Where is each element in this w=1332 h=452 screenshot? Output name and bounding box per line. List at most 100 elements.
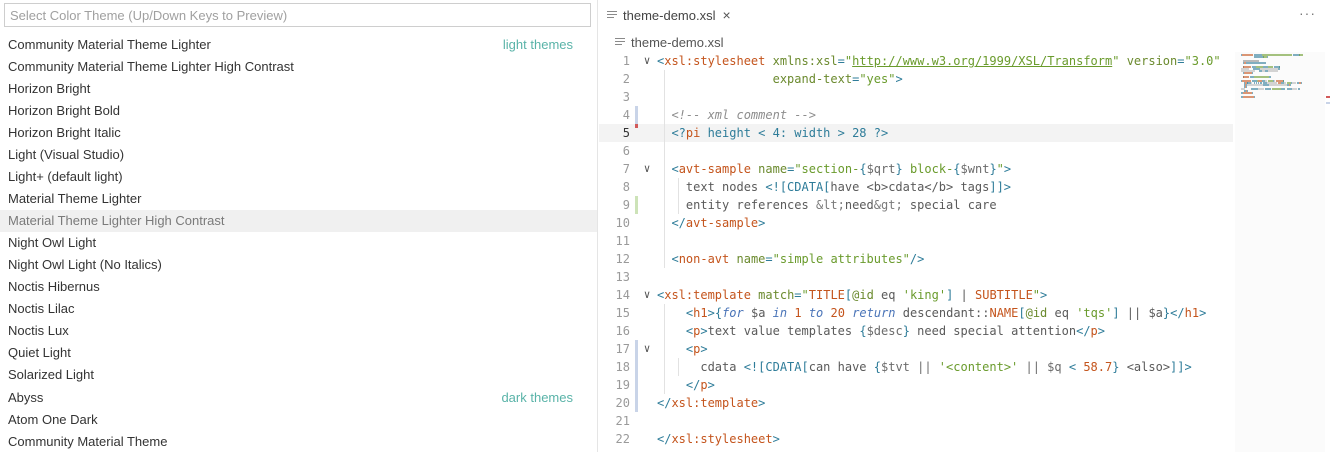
code-token: text nodes <box>657 180 766 194</box>
code-line[interactable]: 4 <!-- xml comment --> <box>599 106 1233 124</box>
theme-group-label: light themes <box>502 37 573 52</box>
theme-item[interactable]: Noctis Lux <box>0 320 597 342</box>
code-line[interactable]: 18 cdata <![CDATA[can have {$tvt || '<co… <box>599 358 1233 376</box>
theme-item[interactable]: Community Material Theme <box>0 431 597 452</box>
theme-item[interactable]: Solarized Light <box>0 364 597 386</box>
theme-list: Community Material Theme Lighter light th… <box>0 34 597 452</box>
minimap-stroke <box>1289 84 1291 86</box>
theme-item[interactable]: Community Material Theme Lighter light th… <box>0 34 597 56</box>
fold-chevron-icon[interactable]: ∨ <box>641 52 653 70</box>
theme-item-label: Night Owl Light (No Italics) <box>8 257 162 272</box>
line-number: 15 <box>615 306 630 320</box>
theme-item-label: Community Material Theme Lighter High Co… <box>8 59 294 74</box>
minimap-stroke <box>1292 88 1297 90</box>
diff-gutter-marker[interactable] <box>635 376 638 394</box>
code-line-text: </xsl:stylesheet> <box>657 430 780 448</box>
diff-gutter-marker[interactable] <box>635 106 638 124</box>
theme-item[interactable]: Material Theme Lighter High Contrast <box>0 210 597 232</box>
code-line[interactable]: 20 </xsl:template> <box>599 394 1233 412</box>
code-line-text: <p> <box>657 340 708 358</box>
code-line[interactable]: 13 <box>599 268 1233 286</box>
code-token: http://www.w3.org/1999/XSL/Transform <box>852 54 1113 68</box>
line-number: 19 <box>615 378 630 392</box>
fold-chevron-icon[interactable]: ∨ <box>641 340 653 358</box>
theme-item[interactable]: Noctis Hibernus <box>0 276 597 298</box>
code-token: height < 4: width > 28 ?> <box>700 126 889 140</box>
code-token: can have <box>808 360 874 374</box>
theme-item[interactable]: Atom One Dark <box>0 409 597 431</box>
code-line[interactable]: 1 ∨ <xsl:stylesheet xmlns:xsl="http://www.… <box>599 52 1233 70</box>
theme-item[interactable]: Abyss dark themes <box>0 387 597 409</box>
code-token: to <box>808 306 824 320</box>
code-line[interactable]: 2 expand-text="yes"> <box>599 70 1233 88</box>
theme-item[interactable]: Light+ (default light) <box>0 166 597 188</box>
code-token: > <box>758 216 766 230</box>
breadcrumb-file[interactable]: theme-demo.xsl <box>631 35 723 50</box>
code-token: " <box>801 288 809 302</box>
code-line[interactable]: 22 </xsl:stylesheet> <box>599 430 1233 448</box>
code-line[interactable]: 12 <non-avt name="simple attributes"/> <box>599 250 1233 268</box>
line-number: 16 <box>615 324 630 338</box>
theme-item[interactable]: Quiet Light <box>0 342 597 364</box>
code-line[interactable]: 7 ∨ <avt-sample name="section-{$qrt} bloc… <box>599 160 1233 178</box>
overview-ruler[interactable] <box>1323 96 1332 108</box>
code-token: </ <box>1076 324 1091 338</box>
line-number: 3 <box>622 90 630 104</box>
theme-item[interactable]: Material Theme Lighter <box>0 188 597 210</box>
code-line[interactable]: 10 </avt-sample> <box>599 214 1233 232</box>
theme-item[interactable]: Light (Visual Studio) <box>0 144 597 166</box>
code-line[interactable]: 3 <box>599 88 1233 106</box>
close-icon[interactable]: × <box>722 7 730 23</box>
theme-item-label: Community Material Theme <box>8 434 168 449</box>
code-line[interactable]: 14 ∨ <xsl:template match="TITLE[@id eq 'ki… <box>599 286 1233 304</box>
code-token: <also> <box>1119 360 1171 374</box>
code-line[interactable]: 16 <p>text value templates {$desc} need … <box>599 322 1233 340</box>
code-line-text: </p> <box>657 376 715 394</box>
tab-theme-demo[interactable]: theme-demo.xsl × <box>599 0 741 30</box>
code-token: return <box>852 306 896 320</box>
diff-gutter-marker[interactable] <box>635 394 638 412</box>
diff-gutter-marker[interactable] <box>635 124 638 128</box>
editor-pane: theme-demo.xsl × ··· theme-demo.xsl 1 ∨ <x… <box>599 0 1332 452</box>
code-token: match <box>758 288 795 302</box>
code-token: < <box>671 252 679 266</box>
fold-chevron-icon[interactable]: ∨ <box>641 286 653 304</box>
theme-item[interactable]: Horizon Bright Bold <box>0 100 597 122</box>
code-line[interactable]: 5 <?pi height < 4: width > 28 ?> <box>599 124 1233 142</box>
code-line[interactable]: 6 <box>599 142 1233 160</box>
fold-chevron-icon[interactable]: ∨ <box>641 160 653 178</box>
theme-item[interactable]: Noctis Lilac <box>0 298 597 320</box>
diff-gutter-marker[interactable] <box>635 196 638 214</box>
minimap-stroke <box>1243 76 1249 78</box>
code-token: " <box>996 162 1004 176</box>
code-token: || $q <box>1018 360 1069 374</box>
code-token: $tvt || <box>881 360 939 374</box>
theme-item[interactable]: Night Owl Light <box>0 232 597 254</box>
minimap-stroke <box>1277 68 1281 70</box>
theme-item-label: Solarized Light <box>8 367 94 382</box>
theme-item[interactable]: Horizon Bright Italic <box>0 122 597 144</box>
code-line[interactable]: 11 <box>599 232 1233 250</box>
breadcrumb[interactable]: theme-demo.xsl <box>615 33 723 51</box>
minimap[interactable] <box>1235 52 1325 452</box>
code-line-text: <avt-sample name="section-{$qrt} block-{… <box>657 160 1011 178</box>
line-number: 6 <box>622 144 630 158</box>
code-line[interactable]: 21 <box>599 412 1233 430</box>
theme-item[interactable]: Horizon Bright <box>0 78 597 100</box>
theme-search-input[interactable] <box>4 3 591 27</box>
more-actions-icon[interactable]: ··· <box>1299 5 1316 21</box>
code-line[interactable]: 15 <h1>{for $a in 1 to 20 return descend… <box>599 304 1233 322</box>
code-line[interactable]: 17 ∨ <p> <box>599 340 1233 358</box>
code-line[interactable]: 19 </p> <box>599 376 1233 394</box>
code-line[interactable]: 8 text nodes <![CDATA[have <b>cdata</b> … <box>599 178 1233 196</box>
diff-gutter-marker[interactable] <box>635 340 638 358</box>
theme-item-label: Light+ (default light) <box>8 169 123 184</box>
code-line-text: cdata <![CDATA[can have {$tvt || '<conte… <box>657 358 1191 376</box>
theme-item[interactable]: Night Owl Light (No Italics) <box>0 254 597 276</box>
code-line-text: <!-- xml comment --> <box>657 106 816 124</box>
theme-item[interactable]: Community Material Theme Lighter High Co… <box>0 56 597 78</box>
code-line[interactable]: 9 entity references &lt;need&gt; special… <box>599 196 1233 214</box>
code-token: } <box>989 162 997 176</box>
code-editor[interactable]: 1 ∨ <xsl:stylesheet xmlns:xsl="http://www.… <box>599 52 1233 452</box>
diff-gutter-marker[interactable] <box>635 358 638 376</box>
